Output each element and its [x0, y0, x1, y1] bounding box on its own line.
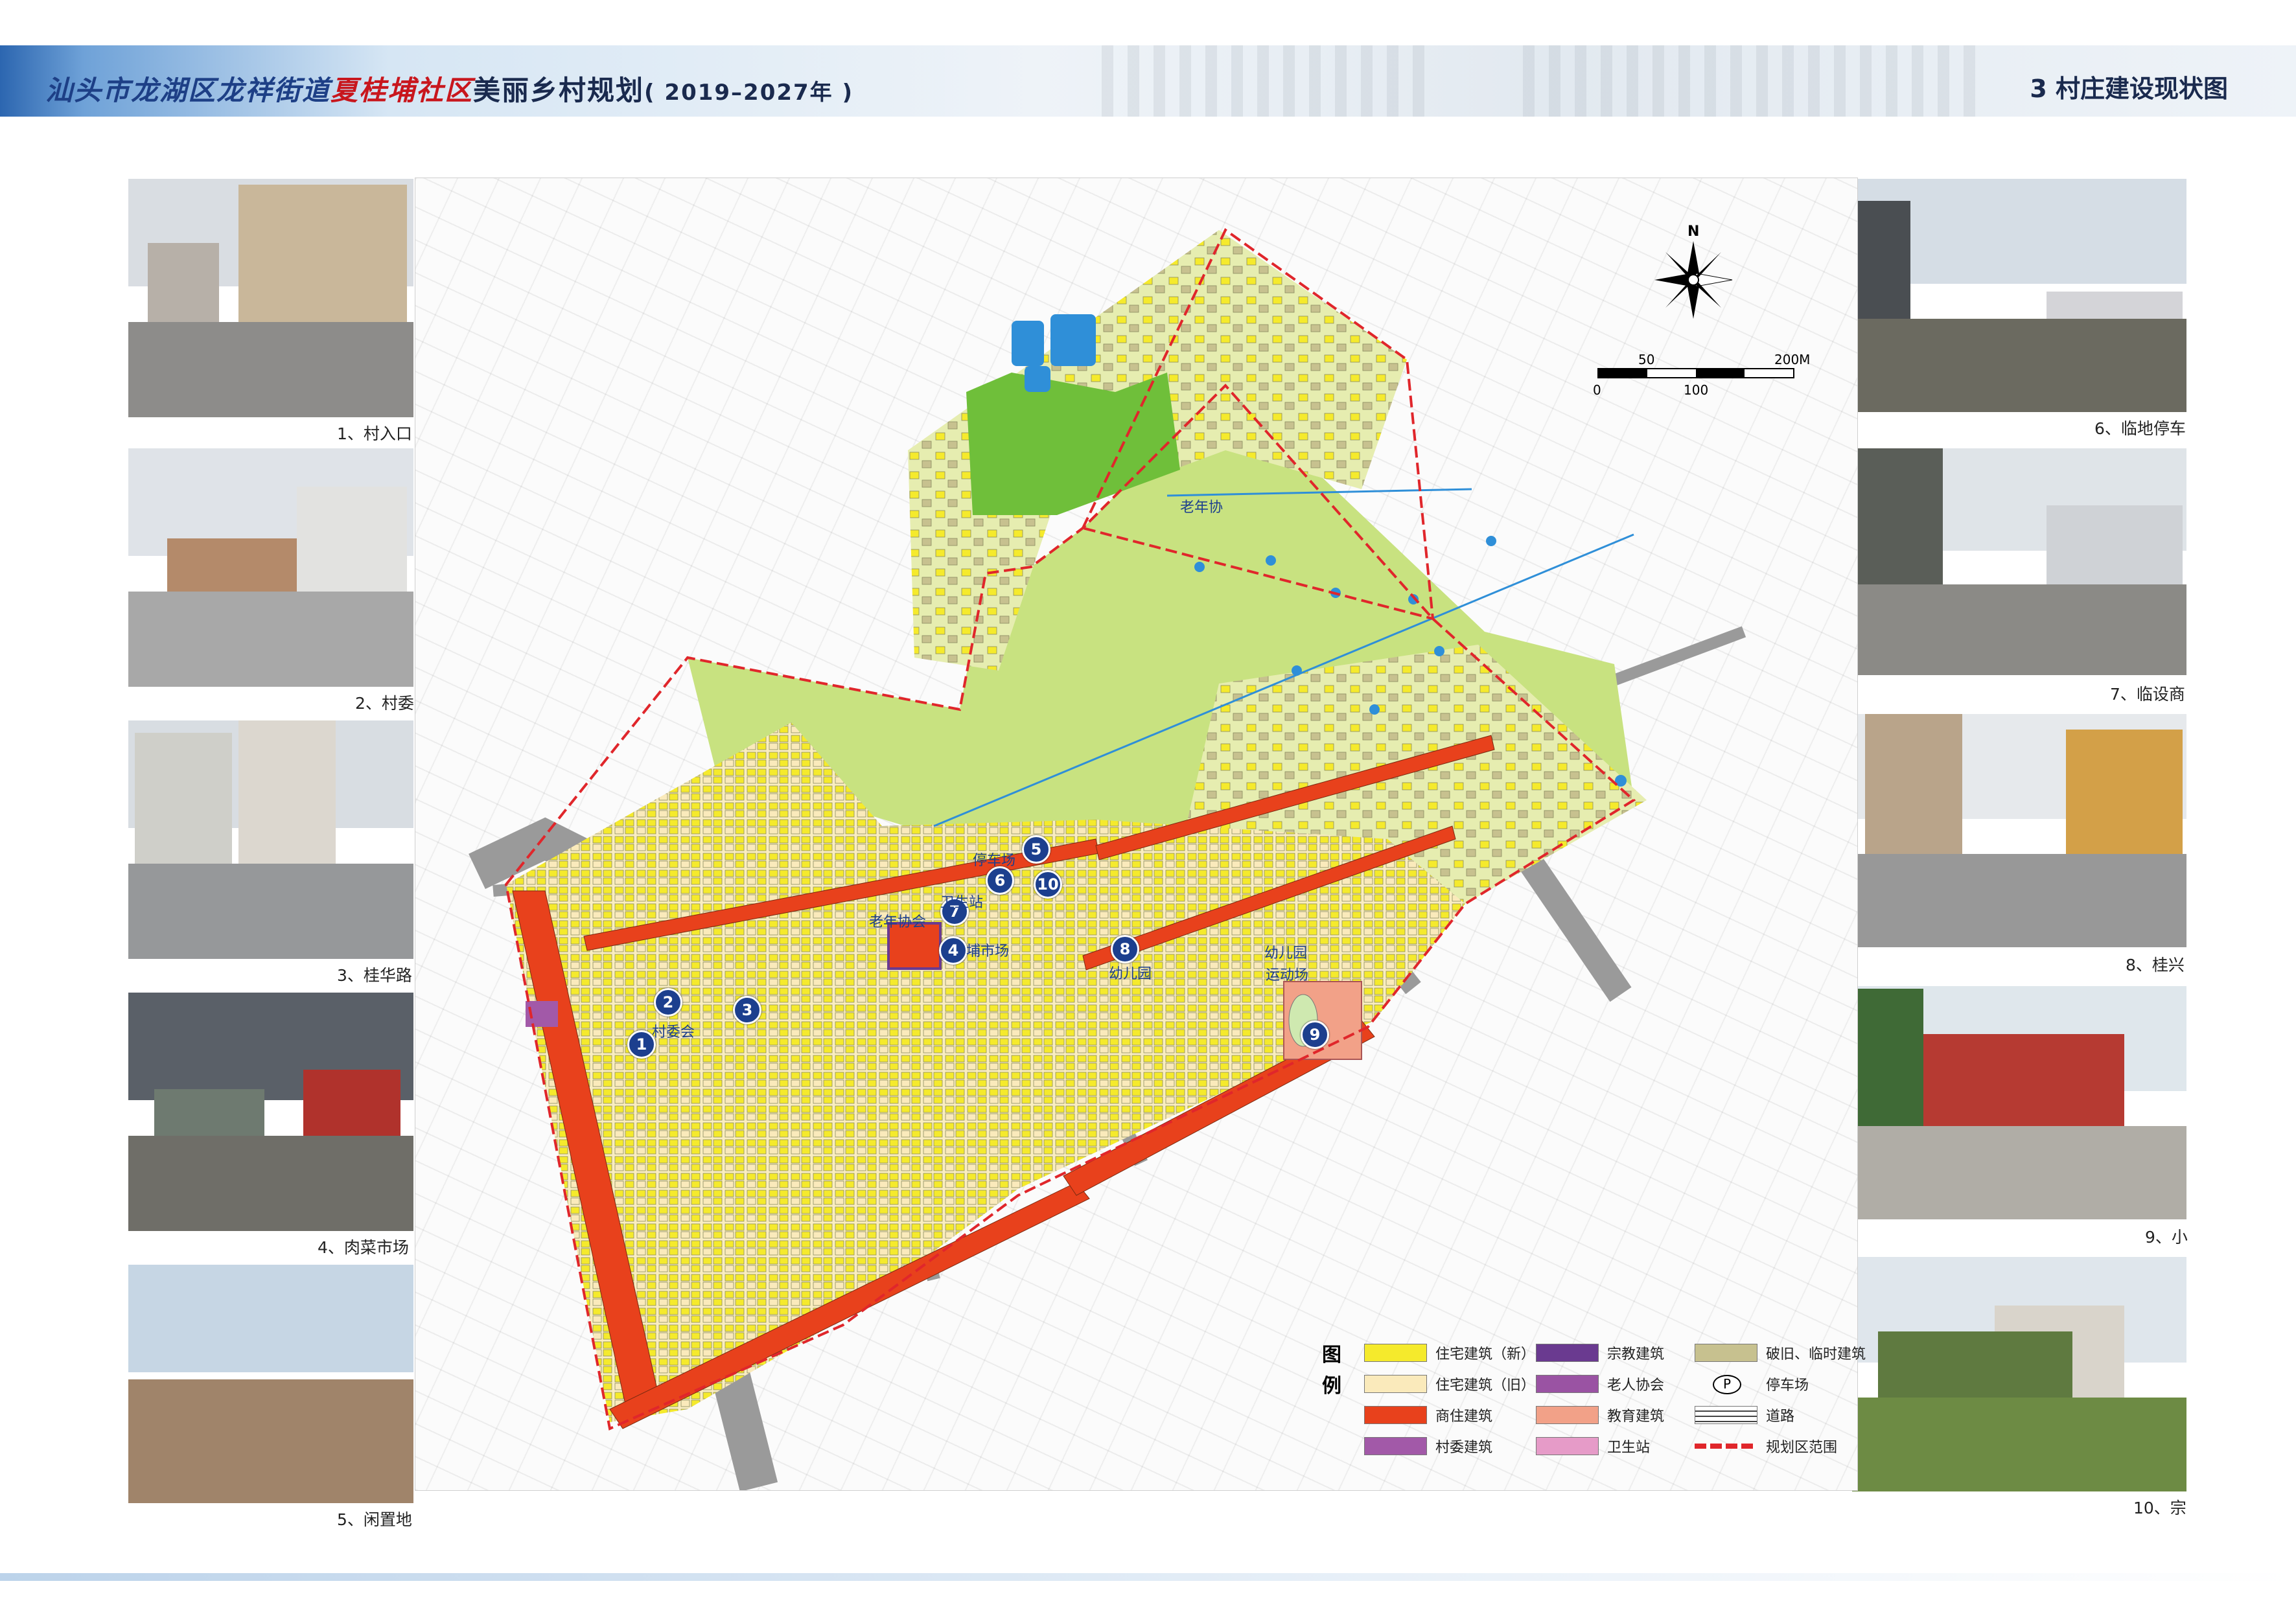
- marker-3[interactable]: 3: [733, 996, 761, 1024]
- photo-caption: 1、村入口: [337, 424, 412, 443]
- scale-label: 200M: [1774, 352, 1811, 367]
- legend-label: 商住建筑: [1435, 1409, 1493, 1425]
- title-district: 汕头市龙湖区龙祥街道: [45, 75, 331, 106]
- legend-swatch: [1364, 1406, 1427, 1424]
- footer-divider: [0, 1573, 2296, 1581]
- photo-caption: 10、宗: [2133, 1499, 2186, 1517]
- road-icon: [1695, 1406, 1757, 1424]
- page-title: 汕头市龙湖区龙祥街道夏桂埔社区美丽乡村规划( 2019–2027年 ): [45, 69, 853, 108]
- photo-caption: 2、村委: [355, 694, 414, 713]
- photo-caption: 3、桂华路: [337, 966, 412, 985]
- compass-rose-icon: [1654, 241, 1733, 319]
- legend-label: 破旧、临时建筑: [1766, 1346, 1866, 1363]
- marker-6[interactable]: 6: [986, 866, 1014, 895]
- label-old-area: 老年协: [1180, 500, 1223, 516]
- legend-label: 老人协会: [1607, 1377, 1665, 1394]
- label-health-station: 卫生站: [940, 895, 984, 911]
- photo-temporary-parking: [1852, 179, 2186, 412]
- legend-swatch: [1695, 1344, 1757, 1362]
- scale-label: 0: [1593, 382, 1601, 398]
- title-years: ( 2019–2027年 ): [644, 80, 854, 106]
- legend-swatch: [1536, 1375, 1599, 1393]
- photo-meat-vegetable-market: [128, 993, 413, 1231]
- photo-guixing: [1852, 714, 2186, 947]
- legend-label: 卫生站: [1607, 1440, 1651, 1456]
- legend-swatch: [1536, 1406, 1599, 1424]
- legend-label: 道路: [1766, 1409, 1795, 1425]
- marker-5[interactable]: 5: [1022, 835, 1050, 864]
- photo-primary-school: [1852, 986, 2186, 1219]
- legend-title: 图例: [1322, 1344, 1341, 1398]
- scale-label: 50: [1638, 352, 1655, 367]
- north-arrow: N: [1651, 224, 1735, 321]
- scale-label: 100: [1684, 382, 1709, 398]
- title-community: 夏桂埔社区: [330, 75, 474, 106]
- label-sports-field: 运动场: [1266, 967, 1309, 984]
- photo-village-committee: [128, 448, 413, 687]
- photo-idle-land: [128, 1265, 413, 1503]
- legend-swatch: [1536, 1344, 1599, 1362]
- marker-4[interactable]: 4: [939, 936, 968, 965]
- map-legend: 图例 住宅建筑（新） 住宅建筑（旧） 商住建筑 村委建筑 宗教建筑 老人协会 教…: [1312, 1335, 1866, 1464]
- legend-label: 住宅建筑（新）: [1435, 1346, 1536, 1363]
- legend-label: 住宅建筑（旧）: [1435, 1377, 1536, 1394]
- scale-bar: [1597, 368, 1794, 378]
- photo-village-entrance: [128, 179, 413, 417]
- parking-icon: P: [1713, 1375, 1741, 1394]
- photo-caption: 7、临设商: [2110, 685, 2185, 704]
- marker-10[interactable]: 10: [1034, 870, 1062, 899]
- legend-label: 规划区范围: [1766, 1440, 1838, 1456]
- legend-label: 教育建筑: [1607, 1409, 1665, 1425]
- photo-caption: 5、闲置地: [337, 1510, 412, 1529]
- legend-label: 村委建筑: [1435, 1440, 1493, 1456]
- photo-guihua-road: [128, 720, 413, 959]
- marker-2[interactable]: 2: [654, 988, 682, 1017]
- legend-swatch: [1364, 1437, 1427, 1455]
- photo-ancestral-hall: [1852, 1257, 2186, 1491]
- label-parking: 停车场: [973, 853, 1016, 869]
- marker-8[interactable]: 8: [1111, 935, 1139, 963]
- legend-swatch: [1536, 1437, 1599, 1455]
- photo-temporary-shops: [1852, 448, 2186, 675]
- label-market: 埔市场: [966, 943, 1010, 960]
- header-building-image: [1523, 45, 1977, 117]
- label-elderly-association: 老年协会: [869, 914, 927, 930]
- title-plan: 美丽乡村规划: [473, 75, 645, 106]
- label-kindergarten-2: 幼儿园: [1264, 945, 1308, 961]
- legend-label: 宗教建筑: [1607, 1346, 1665, 1363]
- marker-9[interactable]: 9: [1301, 1020, 1329, 1049]
- label-kindergarten: 幼儿园: [1109, 966, 1152, 982]
- legend-swatch: [1364, 1375, 1427, 1393]
- photo-caption: 8、桂兴: [2126, 956, 2185, 974]
- sheet-title: 3 村庄建设现状图: [2030, 75, 2228, 103]
- header-building-image: [1102, 45, 1426, 117]
- photo-caption: 4、肉菜市场: [318, 1238, 409, 1257]
- photo-caption: 6、临地停车: [2094, 419, 2186, 438]
- legend-label: 停车场: [1766, 1377, 1809, 1394]
- boundary-icon: [1695, 1444, 1756, 1449]
- label-village-committee: 村委会: [652, 1024, 695, 1041]
- photo-caption: 9、小: [2145, 1228, 2188, 1247]
- legend-swatch: [1364, 1344, 1427, 1362]
